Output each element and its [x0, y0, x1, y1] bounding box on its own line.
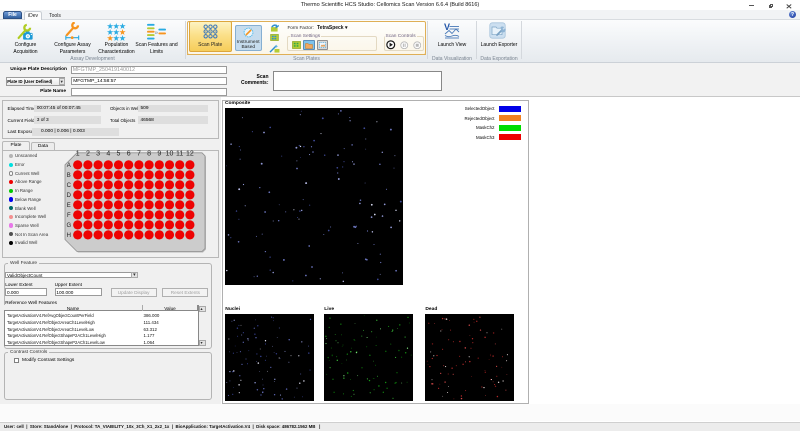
svg-text:11: 11 [176, 151, 183, 158]
svg-text:D: D [67, 193, 72, 199]
svg-text:C: C [67, 183, 72, 189]
svg-text:7: 7 [137, 151, 141, 158]
svg-text:5: 5 [117, 151, 121, 158]
svg-text:2: 2 [86, 151, 90, 158]
svg-text:★: ★ [118, 33, 126, 41]
svg-text:1: 1 [76, 151, 80, 158]
svg-text:9: 9 [157, 151, 161, 158]
svg-text:»: » [155, 29, 159, 36]
svg-text:H: H [67, 233, 71, 239]
svg-text:12: 12 [186, 151, 194, 158]
svg-text:3: 3 [96, 151, 100, 158]
svg-text:A: A [67, 163, 71, 169]
svg-text:8: 8 [147, 151, 151, 158]
svg-text:F: F [67, 213, 71, 219]
svg-text:B: B [67, 173, 71, 179]
svg-text:G: G [66, 223, 71, 229]
svg-text:10: 10 [166, 151, 174, 158]
svg-text:E: E [67, 203, 71, 209]
svg-text:4: 4 [106, 151, 110, 158]
svg-text:6: 6 [127, 151, 131, 158]
